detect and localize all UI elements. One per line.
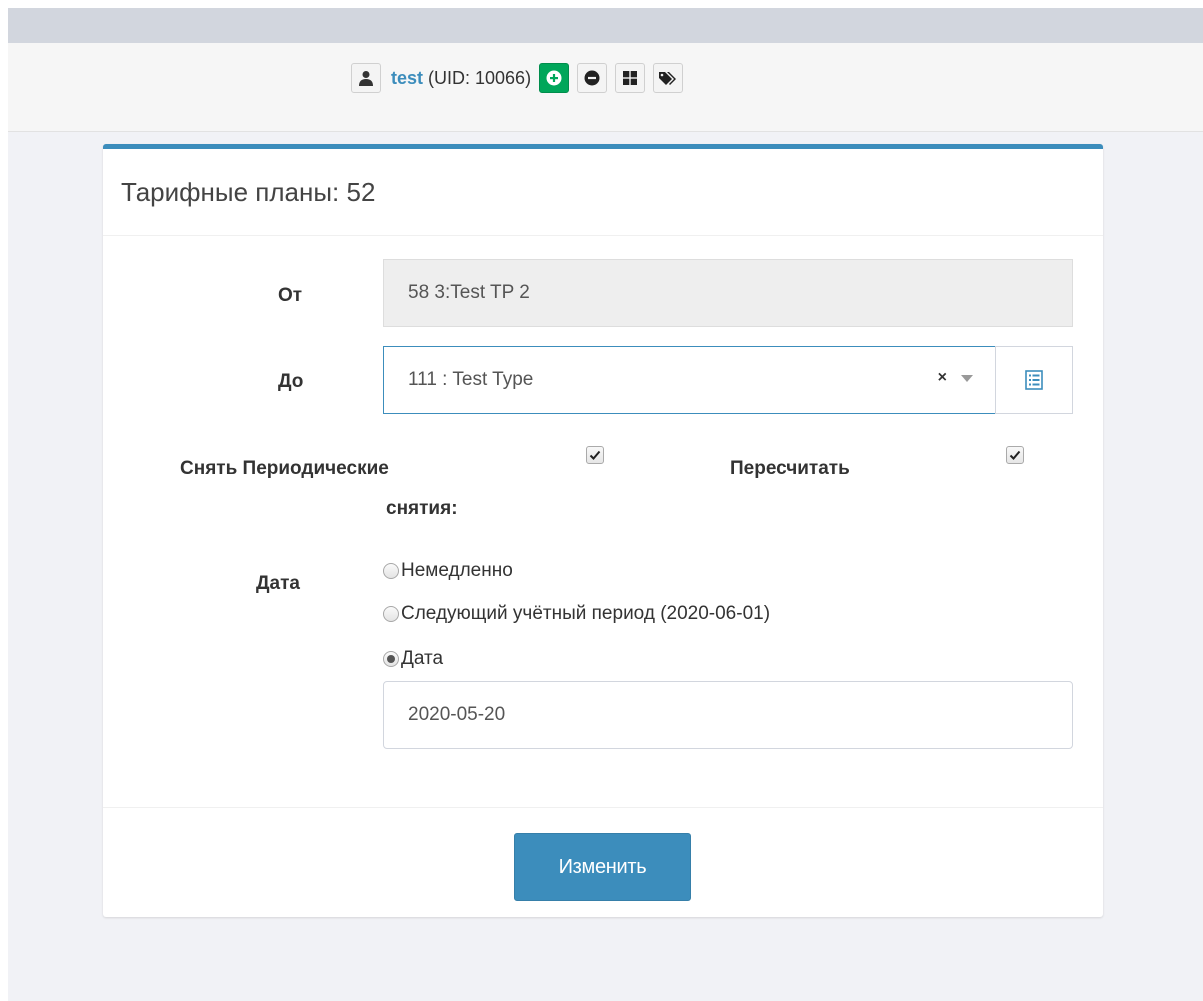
from-label: От	[278, 285, 303, 306]
recalculate-label: Пересчитать	[730, 458, 850, 479]
radio-custom-date[interactable]	[383, 651, 399, 667]
minus-circle-icon	[584, 70, 600, 86]
add-button[interactable]	[539, 63, 570, 93]
radio-label-immediately: Немедленно	[401, 560, 513, 581]
remove-periodic-label-line2: снятия:	[386, 498, 458, 519]
top-navbar	[8, 8, 1203, 43]
radio-label-next-period: Следующий учётный период (2020-06-01)	[401, 603, 771, 624]
chevron-down-icon[interactable]	[961, 375, 973, 382]
check-icon	[589, 450, 601, 460]
remove-button[interactable]	[577, 63, 608, 93]
date-option-next-period[interactable]: Следующий учётный период (2020-06-01)	[383, 603, 770, 625]
grid-icon	[623, 71, 638, 85]
user-identity: test (UID: 10066)	[391, 68, 531, 89]
user-name-link[interactable]: test	[391, 68, 423, 89]
user-button-group: test (UID: 10066)	[351, 61, 684, 95]
window-top-strip	[0, 0, 1203, 8]
tags-icon	[659, 72, 677, 85]
recalculate-checkbox[interactable]	[1006, 446, 1024, 464]
date-label: Дата	[256, 573, 300, 594]
clear-selection-icon[interactable]: ×	[938, 369, 947, 387]
user-profile-button[interactable]	[351, 63, 381, 93]
tariff-list-button[interactable]	[995, 346, 1073, 414]
to-tariff-select[interactable]: 111 : Test Type ×	[383, 346, 996, 414]
user-icon	[359, 71, 373, 86]
check-icon	[1009, 450, 1021, 460]
radio-label-custom-date: Дата	[401, 648, 444, 669]
radio-next-period[interactable]	[383, 606, 399, 622]
panel-header-divider	[103, 235, 1103, 236]
date-option-immediately[interactable]: Немедленно	[383, 560, 513, 582]
tags-button[interactable]	[653, 63, 684, 93]
grid-menu-button[interactable]	[615, 63, 646, 93]
user-info-bar: test (UID: 10066)	[8, 43, 1203, 132]
from-tariff-field: 58 3:Test TP 2	[383, 259, 1073, 327]
remove-periodic-checkbox[interactable]	[586, 446, 604, 464]
left-edge	[0, 8, 8, 1001]
plus-circle-icon	[546, 70, 562, 86]
date-input[interactable]: 2020-05-20	[383, 681, 1073, 749]
radio-immediately[interactable]	[383, 563, 399, 579]
panel-title: Тарифные планы: 52	[121, 177, 376, 207]
tariff-change-panel: Тарифные планы: 52 От 58 3:Test TP 2 До …	[103, 144, 1103, 917]
remove-periodic-label-line1: Снять Периодические	[180, 458, 389, 479]
date-option-custom[interactable]: Дата	[383, 648, 443, 670]
user-uid: (UID: 10066)	[428, 67, 532, 88]
list-icon	[1025, 370, 1043, 390]
to-label: До	[278, 371, 304, 392]
to-tariff-value: 111 : Test Type	[408, 369, 534, 390]
panel-footer-divider	[103, 807, 1103, 808]
change-button[interactable]: Изменить	[514, 833, 691, 901]
